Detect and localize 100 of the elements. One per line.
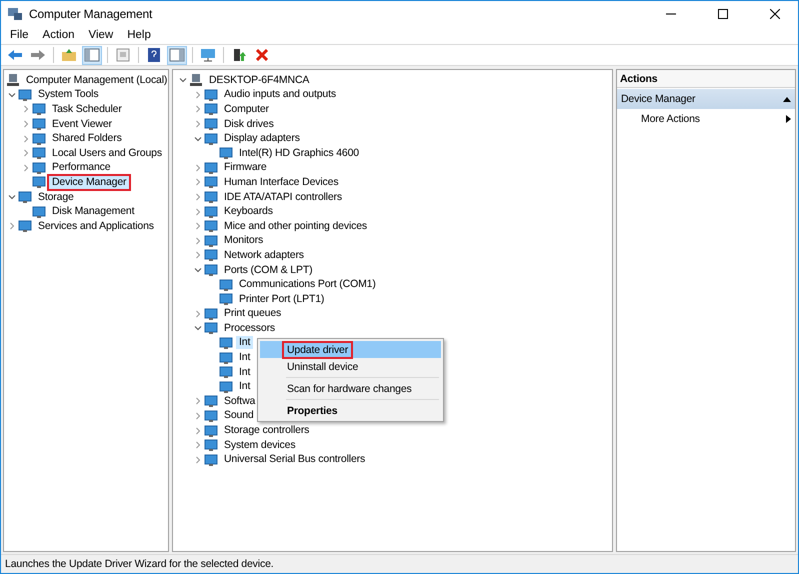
context-menu-item[interactable]: Properties bbox=[260, 402, 441, 419]
console-tree-button[interactable] bbox=[82, 46, 102, 64]
device-icon bbox=[219, 365, 233, 380]
tree-item[interactable]: Local Users and Groups bbox=[49, 146, 165, 160]
device-icon bbox=[18, 88, 32, 102]
device-icon bbox=[204, 234, 218, 248]
device-icon bbox=[6, 73, 20, 88]
tree-item[interactable]: Int bbox=[236, 351, 254, 364]
tree-item[interactable]: Softwa bbox=[221, 394, 258, 408]
tree-item[interactable]: Int bbox=[236, 380, 254, 394]
device-icon bbox=[204, 190, 218, 204]
app-icon bbox=[7, 6, 23, 22]
tree-item[interactable]: Printer Port (LPT1) bbox=[236, 292, 328, 306]
action-pane-button[interactable] bbox=[167, 46, 187, 64]
tree-item[interactable]: Int bbox=[236, 336, 254, 350]
device-icon bbox=[204, 204, 218, 219]
tree-item[interactable]: Disk drives bbox=[221, 118, 277, 131]
device-icon bbox=[219, 380, 233, 394]
menu-item-label: Update driver bbox=[284, 342, 352, 356]
device-icon bbox=[204, 248, 218, 262]
tree-item[interactable]: Shared Folders bbox=[49, 132, 125, 146]
device-icon bbox=[204, 175, 218, 190]
device-icon bbox=[204, 321, 218, 336]
device-icon bbox=[18, 190, 32, 204]
tree-item[interactable]: Monitors bbox=[221, 234, 266, 248]
actions-section[interactable]: Device Manager bbox=[617, 89, 795, 109]
tree-item[interactable]: Task Scheduler bbox=[49, 102, 125, 116]
device-icon bbox=[204, 102, 218, 116]
tree-item[interactable]: System Tools bbox=[35, 88, 102, 102]
tree-item[interactable]: Ports (COM & LPT) bbox=[221, 264, 316, 277]
tree-item[interactable]: Network adapters bbox=[221, 248, 307, 262]
menu-item-label: Properties bbox=[286, 404, 338, 418]
device-icon bbox=[32, 102, 46, 116]
context-menu-item[interactable]: Scan for hardware changes bbox=[260, 380, 441, 397]
device-icon bbox=[204, 88, 218, 102]
tree-item[interactable]: Keyboards bbox=[221, 205, 276, 218]
tree-item[interactable]: Universal Serial Bus controllers bbox=[221, 453, 368, 466]
tree-item[interactable]: Storage controllers bbox=[221, 424, 312, 438]
tree-item[interactable]: Performance bbox=[49, 161, 114, 174]
device-icon bbox=[219, 336, 233, 350]
device-icon bbox=[204, 306, 218, 321]
maximize-icon bbox=[718, 8, 728, 18]
tree-item[interactable]: System devices bbox=[221, 438, 298, 452]
device-icon bbox=[32, 175, 46, 190]
status-bar: Launches the Update Driver Wizard for the selected device. bbox=[1, 554, 798, 573]
submenu-arrow-icon bbox=[786, 115, 791, 123]
tree-item[interactable]: Display adapters bbox=[221, 132, 303, 146]
tree-item[interactable]: DESKTOP-6F4MNCA bbox=[206, 74, 312, 87]
device-icon bbox=[204, 117, 218, 132]
collapse-icon bbox=[783, 96, 791, 102]
tree-item[interactable]: Intel(R) HD Graphics 4600 bbox=[236, 146, 362, 160]
device-icon bbox=[204, 438, 218, 452]
tree-item[interactable]: Event Viewer bbox=[49, 118, 115, 131]
device-icon bbox=[32, 117, 46, 132]
device-icon bbox=[219, 292, 233, 306]
tree-item[interactable]: IDE ATA/ATAPI controllers bbox=[221, 190, 346, 204]
tree-item[interactable]: Mice and other pointing devices bbox=[221, 220, 370, 233]
device-icon bbox=[32, 132, 46, 146]
context-menu-item[interactable]: Update driver bbox=[260, 341, 441, 358]
device-icon bbox=[204, 408, 218, 423]
device-icon bbox=[32, 204, 46, 219]
menu-item[interactable]: Help bbox=[120, 26, 158, 44]
device-icon bbox=[204, 452, 218, 467]
device-icon bbox=[219, 278, 233, 292]
tree-item[interactable]: Computer Management (Local) bbox=[23, 74, 170, 87]
menu-item-label: Scan for hardware changes bbox=[286, 382, 413, 396]
device-icon bbox=[32, 160, 46, 175]
close-icon bbox=[770, 8, 780, 18]
window-title: Computer Management bbox=[29, 6, 154, 20]
tree-item[interactable]: Services and Applications bbox=[35, 220, 157, 233]
device-icon bbox=[219, 146, 233, 160]
device-icon bbox=[204, 424, 218, 438]
tree-item[interactable]: Print queues bbox=[221, 307, 284, 320]
tree-item[interactable]: Int bbox=[236, 366, 254, 379]
tree-item[interactable]: Disk Management bbox=[49, 205, 138, 218]
tree-item[interactable]: Communications Port (COM1) bbox=[236, 278, 379, 292]
actions-header: Actions bbox=[617, 70, 795, 88]
device-icon bbox=[204, 132, 218, 146]
tree-item[interactable]: Processors bbox=[221, 322, 278, 335]
tree-item[interactable]: Audio inputs and outputs bbox=[221, 88, 339, 102]
tree-item[interactable]: Device Manager bbox=[49, 176, 130, 189]
device-icon bbox=[204, 160, 218, 175]
tree-item[interactable]: Storage bbox=[35, 190, 77, 204]
device-icon bbox=[204, 219, 218, 234]
menu-item[interactable]: View bbox=[82, 26, 120, 44]
context-menu-item[interactable]: Uninstall device bbox=[260, 358, 441, 375]
device-icon bbox=[204, 263, 218, 278]
tree-item[interactable]: Human Interface Devices bbox=[221, 176, 342, 189]
menu-item[interactable]: File bbox=[3, 26, 36, 44]
tree-item[interactable]: Sound bbox=[221, 409, 257, 422]
tree-item[interactable]: Computer bbox=[221, 102, 272, 116]
menu-item[interactable]: Action bbox=[36, 26, 82, 44]
device-icon bbox=[219, 350, 233, 365]
device-icon bbox=[18, 219, 32, 234]
device-icon bbox=[32, 146, 46, 160]
menu-item-label: Uninstall device bbox=[286, 360, 360, 374]
tree-item[interactable]: Firmware bbox=[221, 161, 270, 174]
device-icon bbox=[204, 394, 218, 408]
device-icon bbox=[189, 73, 203, 88]
action-item[interactable]: More Actions bbox=[617, 109, 795, 129]
